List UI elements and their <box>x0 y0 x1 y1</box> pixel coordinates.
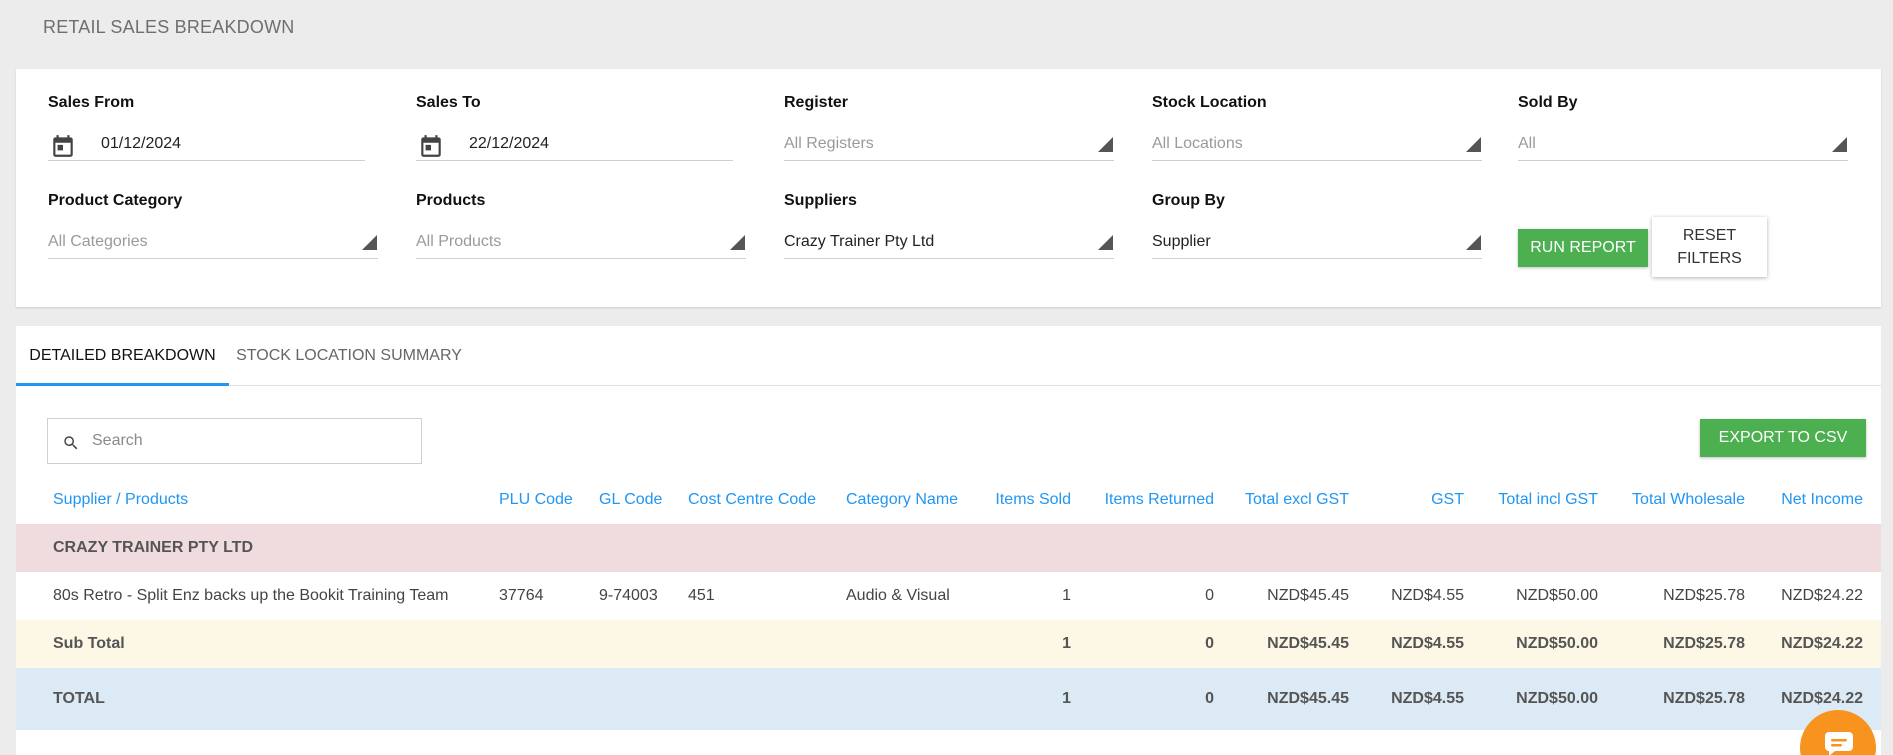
total-label: TOTAL <box>53 690 105 707</box>
subtotal-total-excl-gst: NZD$45.45 <box>1267 635 1349 652</box>
dropdown-arrow-icon <box>1832 137 1847 152</box>
sales-to-value: 22/12/2024 <box>469 135 550 152</box>
dropdown-arrow-icon <box>1098 235 1113 250</box>
chat-icon <box>1825 732 1853 755</box>
suppliers-value: Crazy Trainer Pty Ltd <box>784 233 935 250</box>
filter-panel: Sales From 01/12/2024 Sales To 22/12/202… <box>16 69 1881 307</box>
report-panel: DETAILED BREAKDOWN STOCK LOCATION SUMMAR… <box>16 326 1881 755</box>
subtotal-gst: NZD$4.55 <box>1391 635 1464 652</box>
column-header[interactable]: Net Income <box>1751 476 1863 524</box>
product-category-select[interactable]: All Categories <box>48 226 378 259</box>
total-row: TOTAL 1 0 NZD$45.45 NZD$4.55 NZD$50.00 N… <box>16 668 1881 730</box>
report-table: Supplier / Products PLU Code GL Code Cos… <box>16 476 1881 730</box>
group-row: CRAZY TRAINER PTY LTD <box>16 524 1881 572</box>
sales-from-value: 01/12/2024 <box>101 135 182 152</box>
product-category-value: All Categories <box>48 233 148 250</box>
table-header: Supplier / Products PLU Code GL Code Cos… <box>16 476 1881 524</box>
net-income: NZD$24.22 <box>1781 587 1863 604</box>
search-box <box>47 418 422 464</box>
column-header[interactable]: Items Sold <box>966 476 1071 524</box>
subtotal-items-returned: 0 <box>1205 635 1214 652</box>
items-returned: 0 <box>1205 587 1214 604</box>
tab-stock-location-summary[interactable]: STOCK LOCATION SUMMARY <box>229 326 469 386</box>
total-wholesale: NZD$25.78 <box>1663 587 1745 604</box>
total-total-excl-gst: NZD$45.45 <box>1267 690 1349 707</box>
stock-location-select[interactable]: All Locations <box>1152 128 1482 161</box>
dropdown-arrow-icon <box>730 235 745 250</box>
total-excl-gst: NZD$45.45 <box>1267 587 1349 604</box>
register-label: Register <box>784 94 849 111</box>
sold-by-label: Sold By <box>1518 94 1578 111</box>
product-category-label: Product Category <box>48 192 183 209</box>
export-csv-button[interactable]: EXPORT TO CSV <box>1700 419 1866 457</box>
product-name: 80s Retro - Split Enz backs up the Booki… <box>53 587 449 604</box>
calendar-icon[interactable] <box>418 133 444 159</box>
subtotal-net-income: NZD$24.22 <box>1781 635 1863 652</box>
column-header[interactable]: Supplier / Products <box>53 476 188 524</box>
sales-to-input[interactable]: 22/12/2024 <box>416 128 733 161</box>
total-gst: NZD$4.55 <box>1391 690 1464 707</box>
subtotal-label: Sub Total <box>53 635 125 652</box>
column-header[interactable]: PLU Code <box>499 476 573 524</box>
register-value: All Registers <box>784 135 874 152</box>
gl-code: 9-74003 <box>599 587 658 604</box>
report-tabs: DETAILED BREAKDOWN STOCK LOCATION SUMMAR… <box>16 326 1881 386</box>
search-icon <box>64 436 78 450</box>
products-select[interactable]: All Products <box>416 226 746 259</box>
subtotal-total-wholesale: NZD$25.78 <box>1663 635 1745 652</box>
sales-from-label: Sales From <box>48 94 135 111</box>
total-total-wholesale: NZD$25.78 <box>1663 690 1745 707</box>
sales-from-input[interactable]: 01/12/2024 <box>48 128 365 161</box>
dropdown-arrow-icon <box>362 235 377 250</box>
column-header[interactable]: Items Returned <box>1076 476 1214 524</box>
products-value: All Products <box>416 233 502 250</box>
cost-centre-code: 451 <box>688 587 715 604</box>
sold-by-value: All <box>1518 135 1536 152</box>
items-sold: 1 <box>1062 587 1071 604</box>
dropdown-arrow-icon <box>1098 137 1113 152</box>
column-header[interactable]: GL Code <box>599 476 662 524</box>
run-report-button[interactable]: RUN REPORT <box>1518 229 1648 267</box>
column-header[interactable]: Total incl GST <box>1466 476 1598 524</box>
subtotal-items-sold: 1 <box>1062 635 1071 652</box>
subtotal-total-incl-gst: NZD$50.00 <box>1516 635 1598 652</box>
calendar-icon[interactable] <box>50 133 76 159</box>
group-by-select[interactable]: Supplier <box>1152 226 1482 259</box>
category-name: Audio & Visual <box>846 587 950 604</box>
gst: NZD$4.55 <box>1391 587 1464 604</box>
stock-location-value: All Locations <box>1152 135 1243 152</box>
dropdown-arrow-icon <box>1466 137 1481 152</box>
search-input[interactable] <box>92 419 412 463</box>
group-by-value: Supplier <box>1152 233 1211 250</box>
total-total-incl-gst: NZD$50.00 <box>1516 690 1598 707</box>
page-title: RETAIL SALES BREAKDOWN <box>43 17 295 37</box>
sales-to-label: Sales To <box>416 94 481 111</box>
sold-by-select[interactable]: All <box>1518 128 1848 161</box>
plu-code: 37764 <box>499 587 544 604</box>
column-header[interactable]: Cost Centre Code <box>688 476 816 524</box>
column-header[interactable]: Category Name <box>846 476 958 524</box>
column-header[interactable]: Total Wholesale <box>1601 476 1745 524</box>
column-header[interactable]: GST <box>1354 476 1464 524</box>
total-items-returned: 0 <box>1205 690 1214 707</box>
tab-detailed-breakdown[interactable]: DETAILED BREAKDOWN <box>16 326 229 386</box>
reset-filters-button[interactable]: RESET FILTERS <box>1652 217 1767 277</box>
stock-location-label: Stock Location <box>1152 94 1267 111</box>
column-header[interactable]: Total excl GST <box>1216 476 1349 524</box>
table-row[interactable]: 80s Retro - Split Enz backs up the Booki… <box>16 572 1881 620</box>
suppliers-select[interactable]: Crazy Trainer Pty Ltd <box>784 226 1114 259</box>
group-by-label: Group By <box>1152 192 1225 209</box>
products-label: Products <box>416 192 486 209</box>
subtotal-row: Sub Total 1 0 NZD$45.45 NZD$4.55 NZD$50.… <box>16 620 1881 668</box>
total-incl-gst: NZD$50.00 <box>1516 587 1598 604</box>
suppliers-label: Suppliers <box>784 192 857 209</box>
total-items-sold: 1 <box>1062 690 1071 707</box>
register-select[interactable]: All Registers <box>784 128 1114 161</box>
group-name: CRAZY TRAINER PTY LTD <box>53 539 254 556</box>
dropdown-arrow-icon <box>1466 235 1481 250</box>
